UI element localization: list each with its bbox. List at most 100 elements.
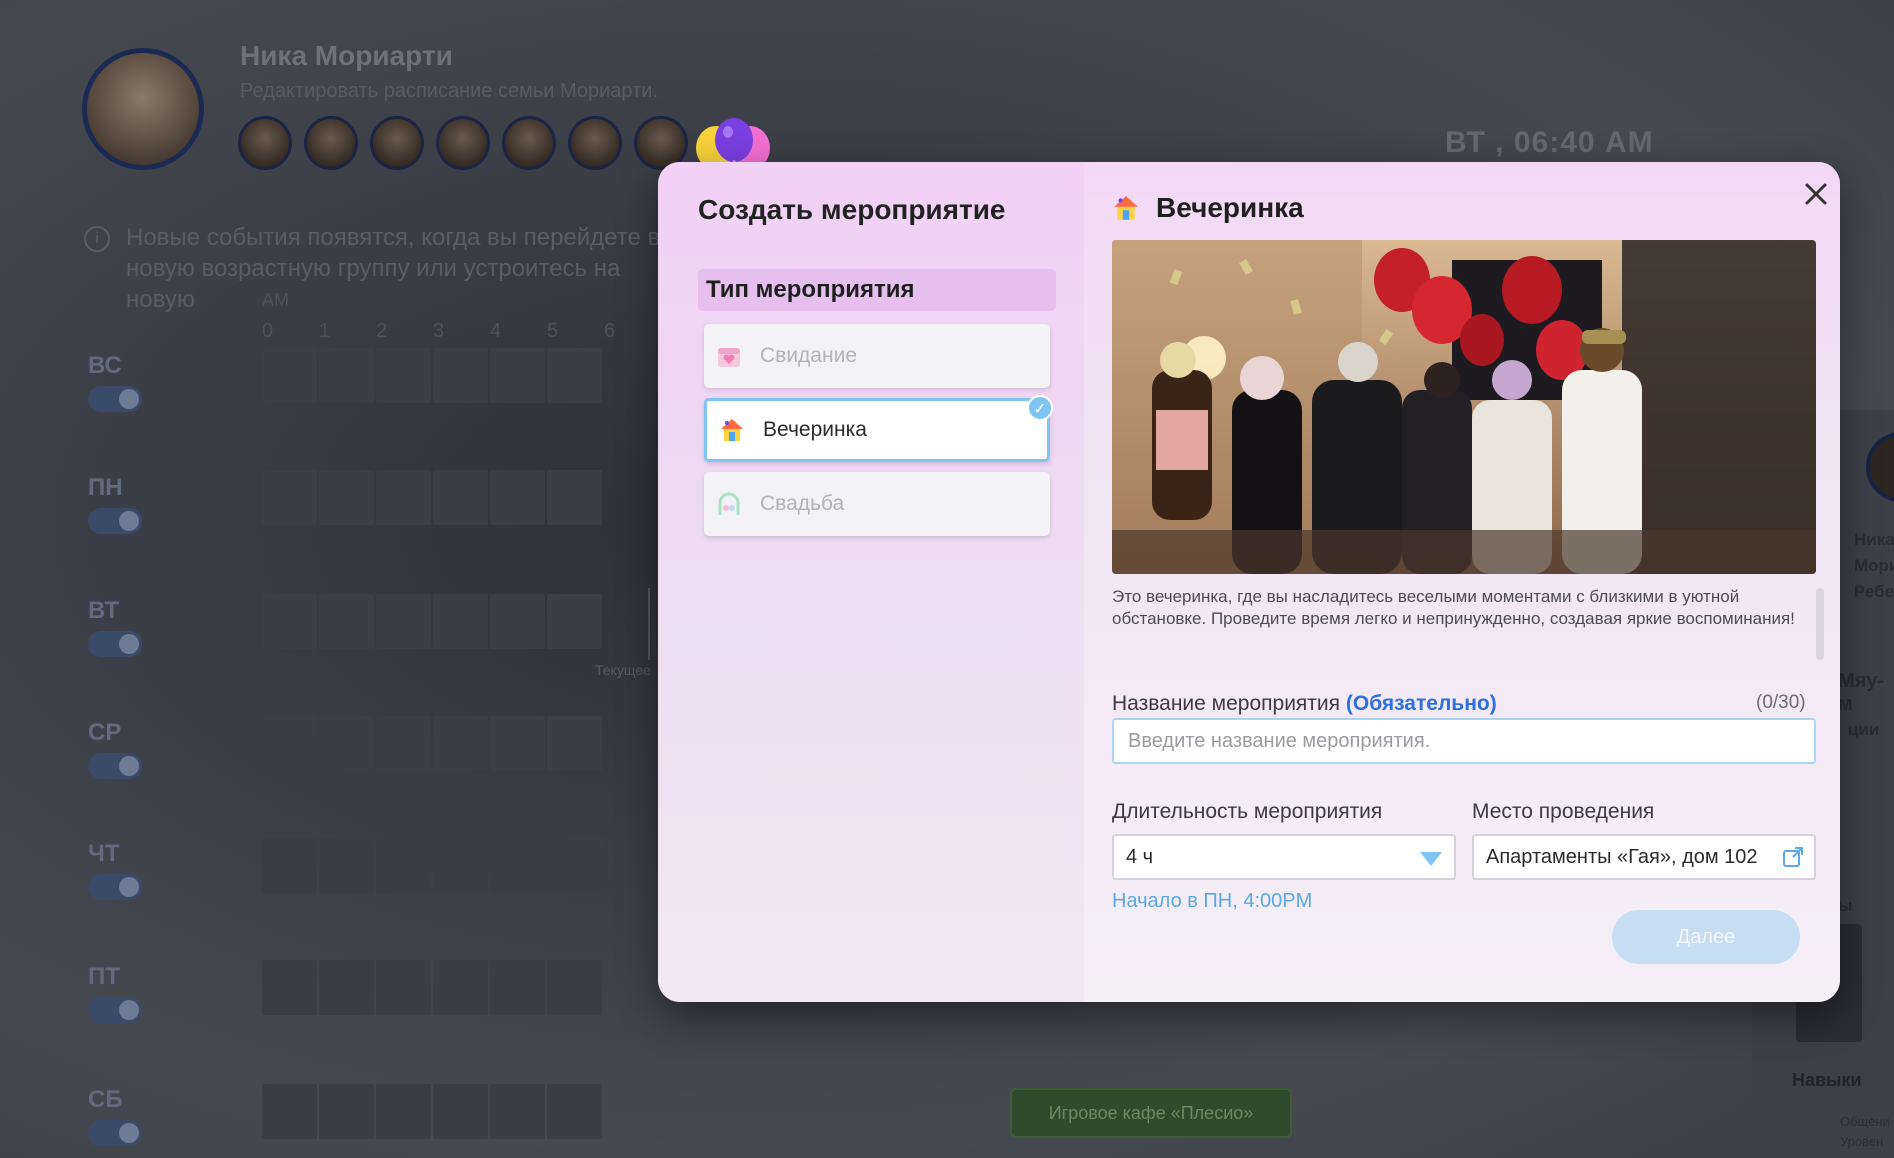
day-toggle[interactable] (88, 508, 142, 534)
day-label: ПН (88, 474, 123, 501)
schedule-grid-row (262, 716, 602, 771)
venue-value: Апартаменты «Гая», дом 102 (1486, 846, 1758, 868)
required-marker: (Обязательно) (1345, 692, 1497, 715)
day-row-fri: ПТ (88, 963, 142, 1023)
sim-name-line: Ника (1854, 530, 1894, 549)
day-toggle[interactable] (88, 874, 142, 900)
day-toggle[interactable] (88, 631, 142, 657)
hour-label: 0 (262, 320, 274, 342)
external-link-icon[interactable] (1782, 846, 1804, 868)
schedule-grid-row (262, 1084, 602, 1139)
char-counter: (0/30) (1756, 692, 1806, 713)
info-icon: i (84, 226, 110, 252)
start-time-note: Начало в ПН, 4:00PM (1112, 890, 1313, 912)
hour-axis: 0 1 2 3 4 5 6 (262, 320, 661, 343)
event-description: Это вечеринка, где вы насладитесь веселы… (1112, 587, 1795, 628)
event-name-label-text: Название мероприятия (1112, 692, 1341, 715)
duration-value: 4 ч (1126, 846, 1154, 868)
create-event-dialog: Создать мероприятие Тип мероприятия Свид… (658, 162, 1840, 1002)
day-label: СР (88, 719, 122, 746)
close-button[interactable] (1798, 176, 1834, 212)
profile-subtitle: Редактировать расписание семьи Мориарти. (240, 80, 658, 102)
event-name-label: Название мероприятия (Обязательно) (1112, 692, 1497, 716)
event-type-pane: Создать мероприятие Тип мероприятия Свид… (658, 162, 1084, 1002)
party-scene-image (1112, 240, 1816, 574)
current-time-line (648, 588, 650, 660)
panel-section-actions: ции (1848, 720, 1880, 739)
event-title-row: Вечеринка (1112, 192, 1304, 224)
duration-label: Длительность мероприятия (1112, 800, 1383, 823)
day-row-sat: СБ (88, 1086, 142, 1146)
current-time-label: Текущее (595, 662, 651, 678)
day-toggle[interactable] (88, 1120, 142, 1146)
close-icon (1805, 183, 1827, 205)
skill-level: Уровен (1840, 1134, 1884, 1149)
day-toggle[interactable] (88, 386, 142, 412)
family-avatar[interactable] (568, 116, 622, 170)
chevron-down-icon (1420, 852, 1442, 866)
day-toggle[interactable] (88, 753, 142, 779)
hour-label: 3 (433, 320, 445, 342)
day-toggle[interactable] (88, 997, 142, 1023)
hour-label: 6 (604, 320, 616, 342)
event-preview-image (1112, 240, 1816, 574)
event-title: Вечеринка (1156, 192, 1304, 223)
event-type-header: Тип мероприятия (698, 269, 1056, 311)
day-row-thu: ЧТ (88, 840, 142, 900)
family-avatar[interactable] (370, 116, 424, 170)
calendar-heart-icon (718, 348, 740, 367)
family-avatars (238, 116, 688, 170)
day-row-sun: ВС (88, 352, 142, 412)
am-label: AM (262, 290, 289, 310)
event-type-party[interactable]: Вечеринка ✓ (704, 395, 1053, 462)
schedule-grid-row (262, 838, 602, 893)
profile-avatar[interactable] (82, 48, 204, 170)
family-avatar[interactable] (304, 116, 358, 170)
event-type-date[interactable]: Свидание (704, 324, 1050, 388)
day-row-wed: СР (88, 719, 142, 779)
sim-name-line: Ребе (1854, 582, 1894, 601)
event-name-input[interactable]: Введите название мероприятия. (1112, 718, 1816, 764)
next-button[interactable]: Далее (1612, 910, 1800, 964)
day-label: ВТ (88, 597, 120, 624)
event-type-wedding[interactable]: Свадьба (704, 472, 1050, 536)
schedule-grid-row (262, 470, 602, 525)
day-label: СБ (88, 1086, 123, 1113)
day-label: ПТ (88, 963, 120, 990)
event-type-label: Вечеринка (763, 418, 867, 441)
sim-tag: Мяу-м (1838, 670, 1885, 715)
notice-text: Новые события появятся, когда вы перейде… (126, 224, 661, 313)
family-avatar[interactable] (238, 116, 292, 170)
check-icon: ✓ (1027, 395, 1053, 421)
day-label: ВС (88, 352, 122, 379)
sim-name-line: Мори (1854, 556, 1894, 575)
wedding-arch-icon (718, 492, 740, 515)
description-scrollbar[interactable] (1816, 588, 1824, 660)
party-house-icon (721, 419, 743, 441)
duration-select[interactable]: 4 ч (1112, 834, 1456, 880)
venue-field[interactable]: Апартаменты «Гая», дом 102 (1472, 834, 1816, 880)
family-avatar[interactable] (502, 116, 556, 170)
hour-label: 5 (547, 320, 559, 342)
skill-name: Общени (1840, 1114, 1890, 1129)
profile-name: Ника Мориарти (240, 40, 453, 71)
party-house-icon (1114, 196, 1138, 220)
schedule-grid-row (262, 348, 602, 403)
venue-label: Место проведения (1472, 800, 1655, 823)
event-type-label: Свадьба (760, 492, 845, 515)
day-label: ЧТ (88, 840, 120, 867)
day-row-mon: ПН (88, 474, 142, 534)
hour-label: 1 (319, 320, 331, 342)
panel-section: ы (1838, 896, 1853, 915)
hour-label: 2 (376, 320, 388, 342)
schedule-grid-row (262, 960, 602, 1015)
game-clock: ВТ , 06:40 AM (1445, 126, 1654, 159)
day-row-tue: ВТ (88, 597, 142, 657)
schedule-grid-row (262, 594, 602, 649)
dialog-title: Создать мероприятие (698, 194, 1006, 225)
event-type-label: Свидание (760, 344, 857, 367)
hour-label: 4 (490, 320, 502, 342)
family-avatar[interactable] (436, 116, 490, 170)
skills-heading: Навыки (1792, 1070, 1862, 1090)
scheduled-event-cafe[interactable]: Игровое кафе «Плесио» (1010, 1088, 1292, 1138)
